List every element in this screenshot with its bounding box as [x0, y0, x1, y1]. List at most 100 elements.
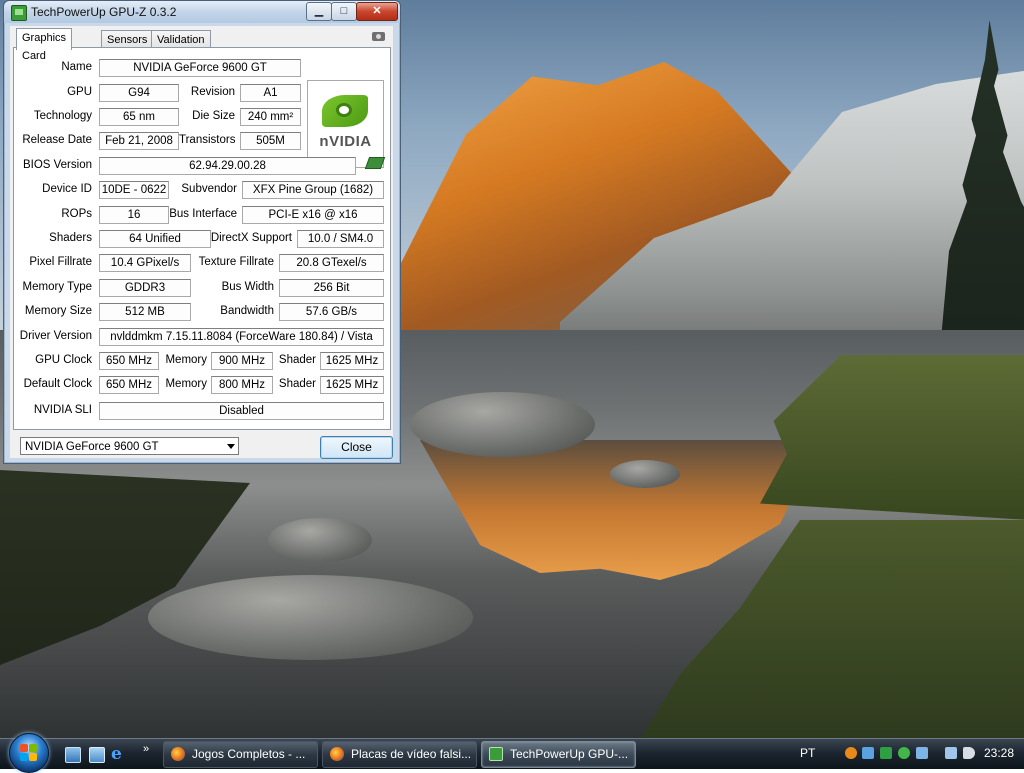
gpuz-app-icon[interactable]: [11, 5, 27, 21]
wallpaper-boulder: [148, 575, 473, 660]
windows-logo-icon: [20, 744, 38, 762]
device-id-value: 10DE - 0622: [99, 181, 169, 199]
rops-label: ROPs: [61, 208, 92, 220]
gpuz-app-icon: [489, 747, 503, 761]
gpu-select-dropdown[interactable]: NVIDIA GeForce 9600 GT: [20, 437, 239, 455]
tray-network-app-icon[interactable]: [862, 747, 874, 759]
nvidia-eye-icon: [322, 95, 368, 127]
shaders-value: 64 Unified: [99, 230, 211, 248]
screenshot-camera-icon[interactable]: [372, 32, 385, 41]
memory-type-label: Memory Type: [22, 281, 92, 293]
task-label: Jogos Completos - ...: [192, 747, 306, 761]
switch-windows-icon[interactable]: [89, 747, 105, 763]
volume-icon[interactable]: [963, 747, 975, 759]
firefox-icon: [171, 747, 185, 761]
default-clock-memory-value: 800 MHz: [211, 376, 273, 394]
close-window-button[interactable]: ✕: [356, 2, 398, 21]
revision-value: A1: [240, 84, 301, 102]
pixel-fillrate-label: Pixel Fillrate: [29, 256, 92, 268]
die-size-label: Die Size: [192, 110, 235, 122]
gpu-select-value: NVIDIA GeForce 9600 GT: [25, 441, 159, 453]
texture-fillrate-value: 20.8 GTexel/s: [279, 254, 384, 272]
gpuz-window: TechPowerUp GPU-Z 0.3.2 ▁ □ ✕ Graphics C…: [3, 0, 401, 464]
bios-version-value: 62.94.29.00.28: [99, 157, 356, 175]
shaders-label: Shaders: [49, 232, 92, 244]
default-clock-shader-label: Shader: [278, 378, 316, 390]
window-title: TechPowerUp GPU-Z 0.3.2: [31, 5, 177, 19]
minimize-button[interactable]: ▁: [306, 2, 332, 21]
default-clock-memory-label: Memory: [165, 378, 207, 390]
quicklaunch-more-button[interactable]: »: [143, 743, 149, 755]
technology-value: 65 nm: [99, 108, 179, 126]
taskbar-clock[interactable]: 23:28: [984, 739, 1014, 767]
default-clock-label: Default Clock: [23, 378, 92, 390]
taskbar-item-firefox-placas[interactable]: Placas de vídeo falsi...: [322, 741, 477, 768]
window-titlebar[interactable]: TechPowerUp GPU-Z 0.3.2 ▁ □ ✕: [4, 1, 400, 23]
rops-value: 16: [99, 206, 169, 224]
release-date-label: Release Date: [22, 134, 92, 146]
close-button[interactable]: Close: [320, 436, 393, 459]
nvidia-logo[interactable]: nVIDIA: [307, 80, 384, 168]
directx-support-value: 10.0 / SM4.0: [297, 230, 384, 248]
texture-fillrate-label: Texture Fillrate: [198, 256, 274, 268]
device-id-label: Device ID: [42, 183, 92, 195]
technology-label: Technology: [33, 110, 92, 122]
gpu-clock-memory-value: 900 MHz: [211, 352, 273, 370]
graphics-card-panel: Name NVIDIA GeForce 9600 GT GPU G94 Revi…: [13, 47, 391, 430]
chevron-down-icon[interactable]: [227, 444, 235, 449]
task-label: Placas de vídeo falsi...: [351, 747, 472, 761]
task-label: TechPowerUp GPU-...: [510, 747, 629, 761]
tray-green-circle-icon[interactable]: [898, 747, 910, 759]
tray-h-icon[interactable]: [880, 747, 892, 759]
tray-sun-icon[interactable]: [845, 747, 857, 759]
pixel-fillrate-value: 10.4 GPixel/s: [99, 254, 191, 272]
gpu-label: GPU: [67, 86, 92, 98]
maximize-button[interactable]: □: [331, 2, 357, 21]
gpu-clock-memory-label: Memory: [165, 354, 207, 366]
memory-type-value: GDDR3: [99, 279, 191, 297]
taskbar: e » Jogos Completos - ... Placas de víde…: [0, 733, 1024, 773]
subvendor-value: XFX Pine Group (1682): [242, 181, 384, 199]
window-client-area: Graphics Card Sensors Validation Name NV…: [10, 26, 393, 459]
revision-label: Revision: [190, 86, 235, 98]
gpu-clock-shader-label: Shader: [278, 354, 316, 366]
name-value: NVIDIA GeForce 9600 GT: [99, 59, 301, 77]
language-indicator[interactable]: PT: [800, 739, 815, 767]
driver-version-label: Driver Version: [19, 330, 92, 342]
bus-interface-value: PCI-E x16 @ x16: [242, 206, 384, 224]
start-button[interactable]: [9, 733, 49, 773]
wallpaper-boulder: [610, 460, 680, 488]
bus-width-value: 256 Bit: [279, 279, 384, 297]
internet-explorer-icon[interactable]: e: [111, 746, 125, 763]
show-desktop-icon[interactable]: [65, 747, 81, 763]
directx-support-label: DirectX Support: [210, 232, 292, 244]
memory-size-label: Memory Size: [24, 305, 92, 317]
transistors-label: Transistors: [179, 134, 236, 146]
wallpaper-boulder: [410, 392, 595, 457]
nvidia-sli-value: Disabled: [99, 402, 384, 420]
tray-media-icon[interactable]: [916, 747, 928, 759]
driver-version-value: nvlddmkm 7.15.11.8084 (ForceWare 180.84)…: [99, 328, 384, 346]
memory-size-value: 512 MB: [99, 303, 191, 321]
default-clock-value: 650 MHz: [99, 376, 159, 394]
release-date-value: Feb 21, 2008: [99, 132, 179, 150]
taskbar-item-gpuz[interactable]: TechPowerUp GPU-...: [481, 741, 636, 768]
subvendor-label: Subvendor: [181, 183, 237, 195]
default-clock-shader-value: 1625 MHz: [320, 376, 384, 394]
tab-graphics-card[interactable]: Graphics Card: [16, 28, 73, 62]
firefox-icon: [330, 747, 344, 761]
gpu-value: G94: [99, 84, 179, 102]
nvidia-logo-text: nVIDIA: [319, 133, 372, 150]
network-icon[interactable]: [945, 747, 957, 759]
gpu-clock-label: GPU Clock: [35, 354, 92, 366]
bandwidth-label: Bandwidth: [220, 305, 274, 317]
bandwidth-value: 57.6 GB/s: [279, 303, 384, 321]
nvidia-sli-label: NVIDIA SLI: [33, 404, 92, 416]
bios-version-label: BIOS Version: [22, 159, 92, 171]
transistors-value: 505M: [240, 132, 301, 150]
die-size-value: 240 mm²: [240, 108, 301, 126]
bus-interface-label: Bus Interface: [169, 208, 237, 220]
taskbar-item-firefox-jogos[interactable]: Jogos Completos - ...: [163, 741, 318, 768]
bus-width-label: Bus Width: [221, 281, 274, 293]
gpu-clock-shader-value: 1625 MHz: [320, 352, 384, 370]
